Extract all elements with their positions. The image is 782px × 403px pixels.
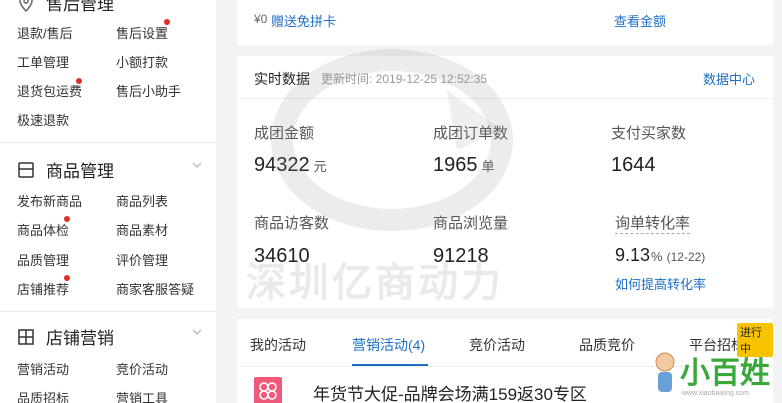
activity-icon [254,377,282,403]
shop-icon [18,328,34,345]
top-summary-panel: ¥0 赠送免拼卡 查看金额 [237,0,773,45]
status-badge: 进行中 [737,323,773,357]
chevron-down-icon[interactable] [191,159,203,171]
stat-label: 成团订单数 [433,125,509,142]
sidebar-section-title: 商品管理 [46,162,114,181]
sidebar-item-ticket-management[interactable]: 工单管理 [17,52,69,71]
notification-dot [64,275,70,281]
sidebar-item-small-payment[interactable]: 小额打款 [116,52,168,71]
sidebar: 售后管理 退款/售后 售后设置 工单管理 小额打款 退货包运费 售后小助手 极速… [0,0,216,403]
stat-label: 商品浏览量 [433,215,509,232]
divider [237,98,773,99]
stat-value-group-visitors: 34610 [254,245,310,268]
stat-label: 商品访客数 [254,215,330,232]
sidebar-item-goods-material[interactable]: 商品素材 [116,220,168,239]
sidebar-item-return-shipping[interactable]: 退货包运费 [17,81,82,100]
stat-value: 1644 [611,154,656,176]
stat-value: 9.13 [615,245,651,265]
sidebar-item-marketing-activities[interactable]: 营销活动 [17,359,69,378]
tab-bidding-activities[interactable]: 竞价活动 [469,335,525,355]
realtime-data-panel: 实时数据 更新时间: 2019-12-25 12:52:35 数据中心 成团金额… [237,56,773,308]
sidebar-item-publish-goods[interactable]: 发布新商品 [17,191,82,210]
stat-value-group-views: 91218 [433,245,489,268]
sidebar-section-goods[interactable]: 商品管理 [16,157,202,182]
sidebar-item-fast-refund[interactable]: 极速退款 [17,110,69,129]
stat-value-group-conversion: 9.13% (12-22) [615,245,705,266]
stat-value-group-orders: 1965 单 [433,154,495,177]
tab-quality-bidding[interactable]: 品质竞价 [579,335,635,355]
flower-icon [259,382,277,400]
location-pin-icon [19,0,33,12]
stat-value-group-buyers: 1644 [611,154,656,177]
sidebar-section-marketing[interactable]: 店铺营销 [16,324,202,349]
notification-dot [164,19,170,25]
realtime-title: 实时数据 [254,71,310,87]
sidebar-item-quality-tender[interactable]: 品质招标 [17,388,69,403]
sidebar-item-bidding-activities[interactable]: 竞价活动 [116,359,168,378]
data-center-link[interactable]: 数据中心 [703,69,755,88]
notification-dot [76,78,82,84]
update-time: 更新时间: 2019-12-25 12:52:35 [321,72,488,86]
sidebar-item-refund[interactable]: 退款/售后 [17,23,73,42]
sidebar-item-after-sales-assistant[interactable]: 售后小助手 [116,81,181,100]
improve-conversion-link[interactable]: 如何提高转化率 [615,274,706,293]
sidebar-item-goods-check[interactable]: 商品体检 [17,220,69,239]
tab-marketing-activities[interactable]: 营销活动(4) [352,335,425,355]
sidebar-item-quality-management[interactable]: 品质管理 [17,250,69,269]
sidebar-section-title: 售后管理 [46,0,114,14]
activity-title[interactable]: 年货节大促-品牌会场满159返30专区 [313,380,587,403]
stat-unit: 元 [313,159,327,174]
activity-panel: 我的活动 营销活动(4) 竞价活动 品质竞价 平台招标 进行中 年货节大促-品牌… [237,319,773,403]
stat-value: 34610 [254,245,310,267]
sidebar-item-customer-service-qa[interactable]: 商家客服答疑 [116,279,194,298]
gift-card-link[interactable]: 赠送免拼卡 [271,11,336,30]
amount-value: ¥0 [254,12,268,26]
goods-list-icon [18,161,34,178]
stat-date: (12-22) [666,250,706,264]
notification-dot [64,216,70,222]
divider [0,142,216,143]
stat-label: 成团金额 [254,125,315,142]
sidebar-item-marketing-tools[interactable]: 营销工具 [116,388,168,403]
stat-value: 1965 [433,154,478,176]
sidebar-item-shop-recommend[interactable]: 店铺推荐 [17,279,69,298]
tab-my-activities[interactable]: 我的活动 [250,335,306,355]
divider [0,311,216,312]
stat-value-group-amount: 94322 元 [254,154,327,177]
chevron-down-icon[interactable] [191,326,203,338]
stat-unit: 单 [481,159,495,174]
stat-label[interactable]: 询单转化率 [615,212,691,234]
stat-label: 支付买家数 [611,125,687,142]
stat-value: 94322 [254,154,310,176]
sidebar-item-after-sales-settings[interactable]: 售后设置 [116,23,168,42]
sidebar-section-title: 店铺营销 [46,329,114,348]
sidebar-item-goods-list[interactable]: 商品列表 [116,191,168,210]
sidebar-item-review-management[interactable]: 评价管理 [116,250,168,269]
sidebar-section-after-sales[interactable]: 售后管理 [16,0,114,15]
divider [237,366,773,367]
stat-unit: % [651,249,663,264]
view-amount-link[interactable]: 查看金额 [614,11,666,30]
stat-value: 91218 [433,245,489,267]
